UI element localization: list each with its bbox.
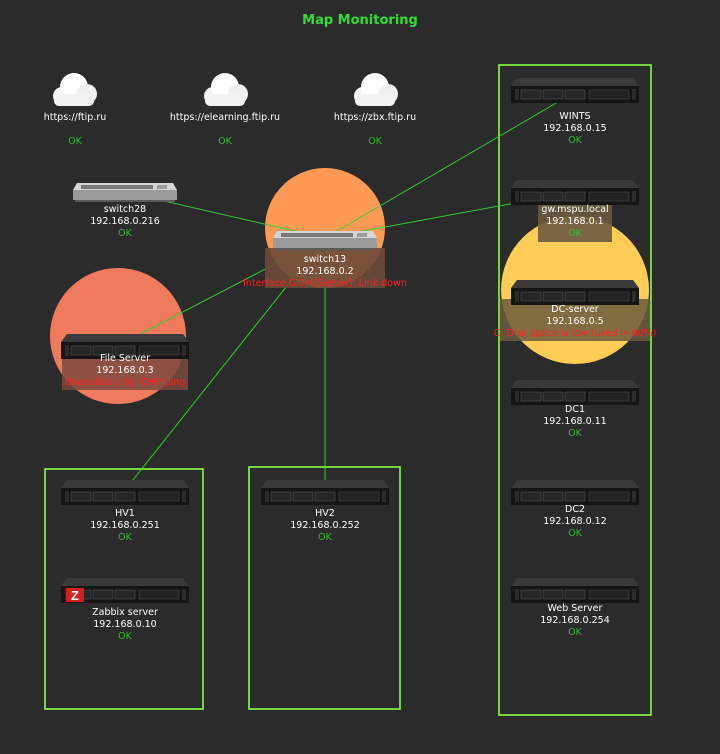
status-ok: OK bbox=[218, 136, 232, 147]
host-label-switch13: switch13 192.168.0.2 Interface Gi0/4(Ser… bbox=[225, 254, 425, 290]
host-label-gw: gw.mspu.local 192.168.0.1 OK bbox=[515, 204, 635, 240]
host-ip: 192.168.0.15 bbox=[543, 123, 607, 134]
host-ip: 192.168.0.3 bbox=[96, 365, 154, 376]
host-label-wints: WINTS 192.168.0.15 OK bbox=[515, 111, 635, 147]
host-label-dc1: DC1 192.168.0.11 OK bbox=[515, 404, 635, 440]
zabbix-badge-letter: Z bbox=[71, 588, 79, 603]
status-ok: OK bbox=[118, 631, 132, 642]
host-label-dc2: DC2 192.168.0.12 OK bbox=[515, 504, 635, 540]
host-ip: 192.168.0.5 bbox=[546, 316, 604, 327]
site-label: https://zbx.ftip.ru OK bbox=[315, 112, 435, 148]
host-ip: 192.168.0.12 bbox=[543, 516, 607, 527]
host-label-hv2: HV2 192.168.0.252 OK bbox=[265, 508, 385, 544]
status-ok: OK bbox=[568, 428, 582, 439]
host-ip: 192.168.0.251 bbox=[90, 520, 160, 531]
cloud-icon[interactable] bbox=[53, 73, 97, 106]
host-label-dc-server: DC-server 192.168.0.5 C: Disk space is l… bbox=[485, 304, 665, 340]
cloud-icon[interactable] bbox=[204, 73, 248, 106]
host-name[interactable]: File Server bbox=[45, 353, 205, 365]
host-name[interactable]: HV2 bbox=[265, 508, 385, 520]
switch-icon[interactable] bbox=[273, 231, 377, 250]
host-label-hv1: HV1 192.168.0.251 OK bbox=[65, 508, 185, 544]
server-icon[interactable] bbox=[510, 77, 640, 104]
status-ok: OK bbox=[568, 627, 582, 638]
host-name[interactable]: DC2 bbox=[515, 504, 635, 516]
host-label-zabbix: Zabbix server 192.168.0.10 OK bbox=[65, 607, 185, 643]
site-url[interactable]: https://zbx.ftip.ru bbox=[315, 112, 435, 124]
server-icon[interactable] bbox=[510, 179, 640, 206]
problem-text: C: Disk space is low (used > 80%) bbox=[493, 328, 657, 339]
host-ip: 192.168.0.10 bbox=[93, 619, 157, 630]
cloud-icon[interactable] bbox=[354, 73, 398, 106]
host-name[interactable]: DC-server bbox=[485, 304, 665, 316]
server-icon[interactable] bbox=[60, 479, 190, 506]
host-name[interactable]: gw.mspu.local bbox=[515, 204, 635, 216]
host-name[interactable]: WINTS bbox=[515, 111, 635, 123]
status-ok: OK bbox=[568, 135, 582, 146]
server-icon[interactable] bbox=[260, 479, 390, 506]
server-icon[interactable] bbox=[510, 279, 640, 306]
status-ok: OK bbox=[118, 228, 132, 239]
server-icon[interactable] bbox=[510, 479, 640, 506]
status-ok: OK bbox=[568, 528, 582, 539]
server-icon[interactable] bbox=[510, 379, 640, 406]
host-name[interactable]: switch13 bbox=[225, 254, 425, 266]
host-ip: 192.168.0.252 bbox=[290, 520, 360, 531]
host-name[interactable]: DC1 bbox=[515, 404, 635, 416]
problem-text: Interface Gi0/4(Server): Link down bbox=[243, 278, 407, 289]
host-label-web-server: Web Server 192.168.0.254 OK bbox=[515, 603, 635, 639]
switch-icon[interactable] bbox=[73, 183, 177, 202]
host-ip: 192.168.0.1 bbox=[546, 216, 604, 227]
status-ok: OK bbox=[118, 532, 132, 543]
host-ip: 192.168.0.254 bbox=[540, 615, 610, 626]
site-label: https://elearning.ftip.ru OK bbox=[155, 112, 295, 148]
site-label: https://ftip.ru OK bbox=[15, 112, 135, 148]
host-name[interactable]: Zabbix server bbox=[65, 607, 185, 619]
status-ok: OK bbox=[568, 228, 582, 239]
host-ip: 192.168.0.216 bbox=[90, 216, 160, 227]
server-icon[interactable] bbox=[510, 577, 640, 604]
status-ok: OK bbox=[368, 136, 382, 147]
problem-text: Unavailable by ICMP ping bbox=[64, 377, 186, 388]
host-label-file-server: File Server 192.168.0.3 Unavailable by I… bbox=[45, 353, 205, 389]
host-name[interactable]: Web Server bbox=[515, 603, 635, 615]
host-name[interactable]: switch28 bbox=[65, 204, 185, 216]
host-ip: 192.168.0.2 bbox=[296, 266, 354, 277]
site-url[interactable]: https://ftip.ru bbox=[15, 112, 135, 124]
status-ok: OK bbox=[68, 136, 82, 147]
host-name[interactable]: HV1 bbox=[65, 508, 185, 520]
status-ok: OK bbox=[318, 532, 332, 543]
site-url[interactable]: https://elearning.ftip.ru bbox=[155, 112, 295, 124]
host-label-switch28: switch28 192.168.0.216 OK bbox=[65, 204, 185, 240]
host-ip: 192.168.0.11 bbox=[543, 416, 607, 427]
